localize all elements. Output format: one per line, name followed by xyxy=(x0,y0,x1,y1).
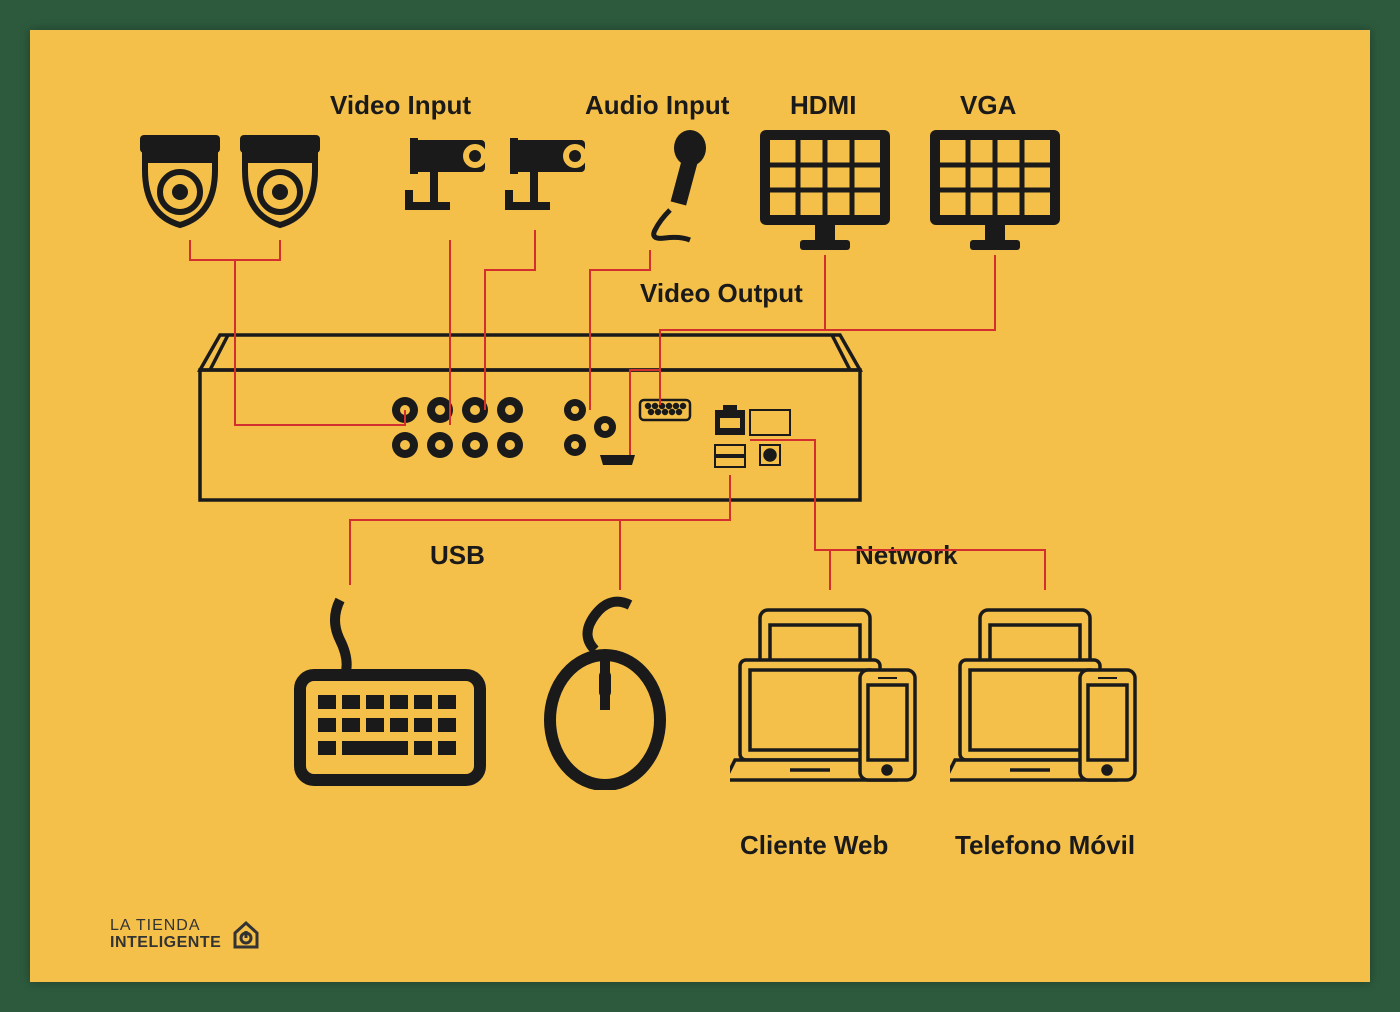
diagram-canvas: Video Input Audio Input HDMI VGA Video O… xyxy=(30,30,1370,982)
brand-logo: LA TIENDA INTELIGENTE xyxy=(110,917,263,952)
logo-line2: INTELIGENTE xyxy=(110,934,221,952)
logo-line1: LA TIENDA xyxy=(110,917,221,935)
connection-wires xyxy=(30,30,1370,982)
house-power-icon xyxy=(229,917,263,951)
